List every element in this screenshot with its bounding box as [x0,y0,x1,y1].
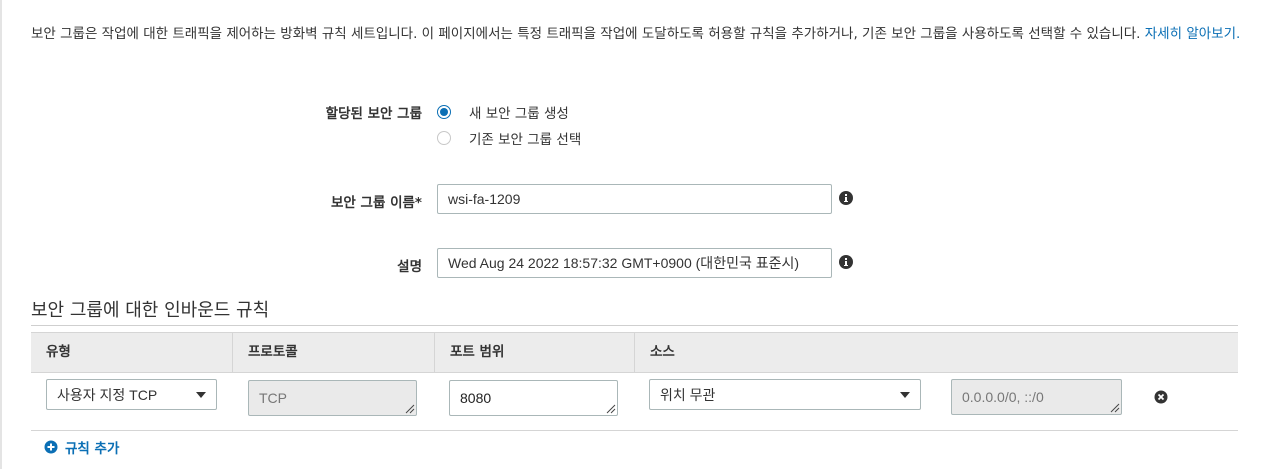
header-protocol: 프로토콜 [232,333,434,372]
resize-grip-icon[interactable] [604,402,616,414]
header-port-range: 포트 범위 [434,333,634,372]
add-rule-button[interactable]: 규칙 추가 [44,437,119,457]
group-name-input[interactable]: wsi-fa-1209 [437,184,832,214]
dropdown-caret-icon [900,391,910,398]
section-divider [31,325,1238,326]
add-circle-icon [44,440,58,454]
dropdown-caret-icon [196,391,206,398]
rule-type-value: 사용자 지정 TCP [57,386,158,403]
radio-create-new[interactable]: 새 보안 그룹 생성 [437,102,569,122]
header-type: 유형 [46,344,71,360]
header-source: 소스 [634,333,1238,372]
rule-protocol-value: TCP [259,390,287,406]
rule-source-select[interactable]: 위치 무관 [649,379,921,410]
radio-select-existing[interactable]: 기존 보안 그룹 선택 [437,128,581,148]
rule-protocol-field: TCP [248,380,417,416]
rule-cidr-value: 0.0.0.0/0, ::/0 [962,389,1044,405]
rules-table-header: 유형 프로토콜 포트 범위 소스 [31,332,1238,373]
rule-source-value: 위치 무관 [660,386,716,403]
add-rule-label: 규칙 추가 [65,441,120,457]
radio-create-new-label: 새 보안 그룹 생성 [469,106,569,122]
remove-rule-icon[interactable] [1154,390,1168,404]
group-name-label: 보안 그룹 이름* [331,195,422,211]
radio-select-existing-label: 기존 보안 그룹 선택 [469,132,582,148]
resize-grip-icon [1110,403,1120,413]
rule-type-select[interactable]: 사용자 지정 TCP [46,379,217,410]
radio-create-new-input[interactable] [437,105,451,119]
left-border [0,0,2,469]
info-icon[interactable] [839,191,853,205]
intro-description: 보안 그룹은 작업에 대한 트래픽을 제어하는 방화벽 규칙 세트입니다. 이 … [31,26,1145,42]
radio-select-existing-input[interactable] [437,131,451,145]
learn-more-link[interactable]: 자세히 알아보기. [1145,26,1241,42]
description-label: 설명 [397,259,422,275]
rule-cidr-field: 0.0.0.0/0, ::/0 [951,379,1122,415]
rule-port-range-input[interactable]: 8080 [449,380,618,416]
assigned-group-label: 할당된 보안 그룹 [325,106,422,122]
inbound-rules-title: 보안 그룹에 대한 인바운드 규칙 [31,300,270,321]
rule-port-range-value: 8080 [460,390,492,406]
table-bottom-divider [31,430,1238,431]
resize-grip-icon [405,404,415,414]
info-icon[interactable] [839,255,853,269]
description-input[interactable]: Wed Aug 24 2022 18:57:32 GMT+0900 (대한민국 … [437,248,832,278]
intro-text: 보안 그룹은 작업에 대한 트래픽을 제어하는 방화벽 규칙 세트입니다. 이 … [31,24,1241,45]
